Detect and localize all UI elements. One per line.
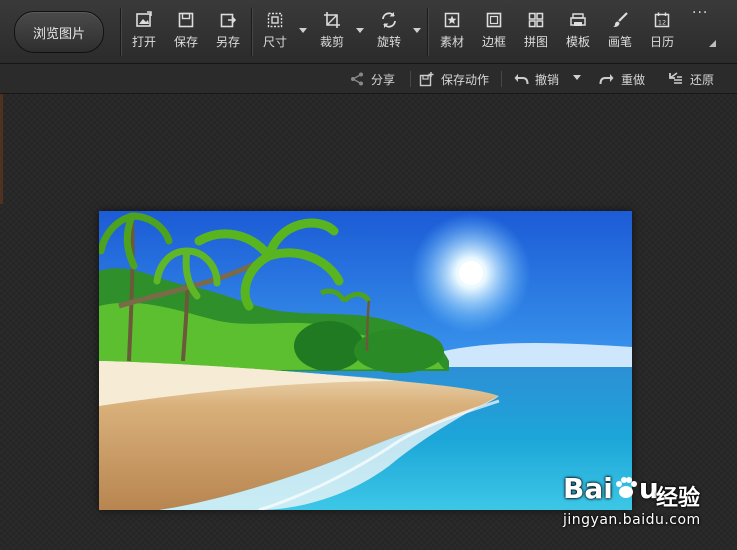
open-label: 打开 [131, 35, 156, 49]
save-label: 保存 [173, 35, 198, 49]
share-button[interactable]: 分享 [349, 70, 395, 88]
share-icon [351, 72, 363, 86]
crop-label: 裁剪 [319, 35, 344, 49]
undo-button[interactable]: 撤销 [513, 70, 559, 88]
crop-dropdown-caret[interactable] [356, 28, 364, 33]
restore-icon [669, 72, 682, 84]
svg-text:12: 12 [658, 19, 666, 27]
resize-dropdown-caret[interactable] [299, 28, 307, 33]
restore-button[interactable]: 还原 [668, 70, 714, 88]
template-button[interactable]: 模板 [558, 10, 598, 56]
photo-editor-window: 浏览图片 打开 保存 另存 尺寸 裁剪 旋转 素材 边框 拼图 模板 画笔 12… [0, 0, 737, 550]
baidu-jingyan-watermark: Bai u 经验 jingyan.baidu.com [563, 472, 728, 534]
crop-icon [322, 10, 342, 30]
template-icon [568, 10, 588, 30]
watermark-logo-left: Bai [563, 472, 613, 505]
open-button[interactable]: 打开 [124, 10, 164, 56]
brush-label: 画笔 [607, 35, 632, 49]
main-toolbar: 浏览图片 打开 保存 另存 尺寸 裁剪 旋转 素材 边框 拼图 模板 画笔 12… [0, 0, 737, 64]
rotate-icon [379, 10, 399, 30]
save-action-label: 保存动作 [441, 72, 490, 87]
template-label: 模板 [565, 35, 590, 49]
collage-icon [526, 10, 546, 30]
paw-icon [613, 475, 639, 501]
border-icon [484, 10, 504, 30]
border-button[interactable]: 边框 [474, 10, 514, 56]
collage-button[interactable]: 拼图 [516, 10, 556, 56]
side-panel-edge [0, 94, 3, 204]
resize-button[interactable]: 尺寸 [255, 10, 295, 56]
rotate-button[interactable]: 旋转 [369, 10, 409, 56]
material-label: 素材 [439, 35, 464, 49]
save-as-button[interactable]: 另存 [208, 10, 248, 56]
calendar-label: 日历 [649, 35, 674, 49]
open-icon [134, 10, 154, 30]
watermark-jingyan-text: 经验 [656, 486, 701, 511]
rotate-dropdown-caret[interactable] [413, 28, 421, 33]
brush-icon [610, 10, 630, 30]
collage-label: 拼图 [523, 35, 548, 49]
border-label: 边框 [481, 35, 506, 49]
material-icon [442, 10, 462, 30]
more-menu-button[interactable]: ··· [692, 6, 712, 22]
resize-label: 尺寸 [262, 35, 287, 49]
undo-dropdown-caret[interactable] [573, 75, 581, 80]
save-as-icon [218, 10, 238, 30]
restore-label: 还原 [690, 72, 715, 87]
undo-label: 撤销 [535, 72, 560, 87]
action-separator [410, 71, 411, 87]
save-action-icon [419, 72, 434, 87]
resize-icon [265, 10, 285, 30]
crop-button[interactable]: 裁剪 [312, 10, 352, 56]
action-bar: 分享 保存动作 撤销 重做 还原 [0, 64, 737, 94]
toolbar-expand-corner-icon[interactable] [709, 40, 716, 47]
save-action-button[interactable]: 保存动作 [419, 70, 489, 88]
redo-button[interactable]: 重做 [599, 70, 645, 88]
share-label: 分享 [371, 72, 396, 87]
toolbar-separator [251, 8, 252, 56]
baidu-logo: Bai u [563, 472, 659, 505]
action-separator [501, 71, 502, 87]
save-button[interactable]: 保存 [166, 10, 206, 56]
redo-icon [599, 74, 614, 85]
calendar-button[interactable]: 12 日历 [642, 10, 682, 56]
toolbar-separator [427, 8, 428, 56]
material-button[interactable]: 素材 [432, 10, 472, 56]
brush-button[interactable]: 画笔 [600, 10, 640, 56]
save-icon [176, 10, 196, 30]
rotate-label: 旋转 [376, 35, 401, 49]
watermark-url: jingyan.baidu.com [563, 512, 701, 528]
beach-photo[interactable] [99, 211, 632, 510]
undo-icon [514, 74, 529, 85]
save-as-label: 另存 [215, 35, 240, 49]
toolbar-separator [120, 8, 121, 56]
redo-label: 重做 [621, 72, 646, 87]
calendar-icon: 12 [652, 10, 672, 30]
browse-images-button[interactable]: 浏览图片 [14, 11, 104, 53]
